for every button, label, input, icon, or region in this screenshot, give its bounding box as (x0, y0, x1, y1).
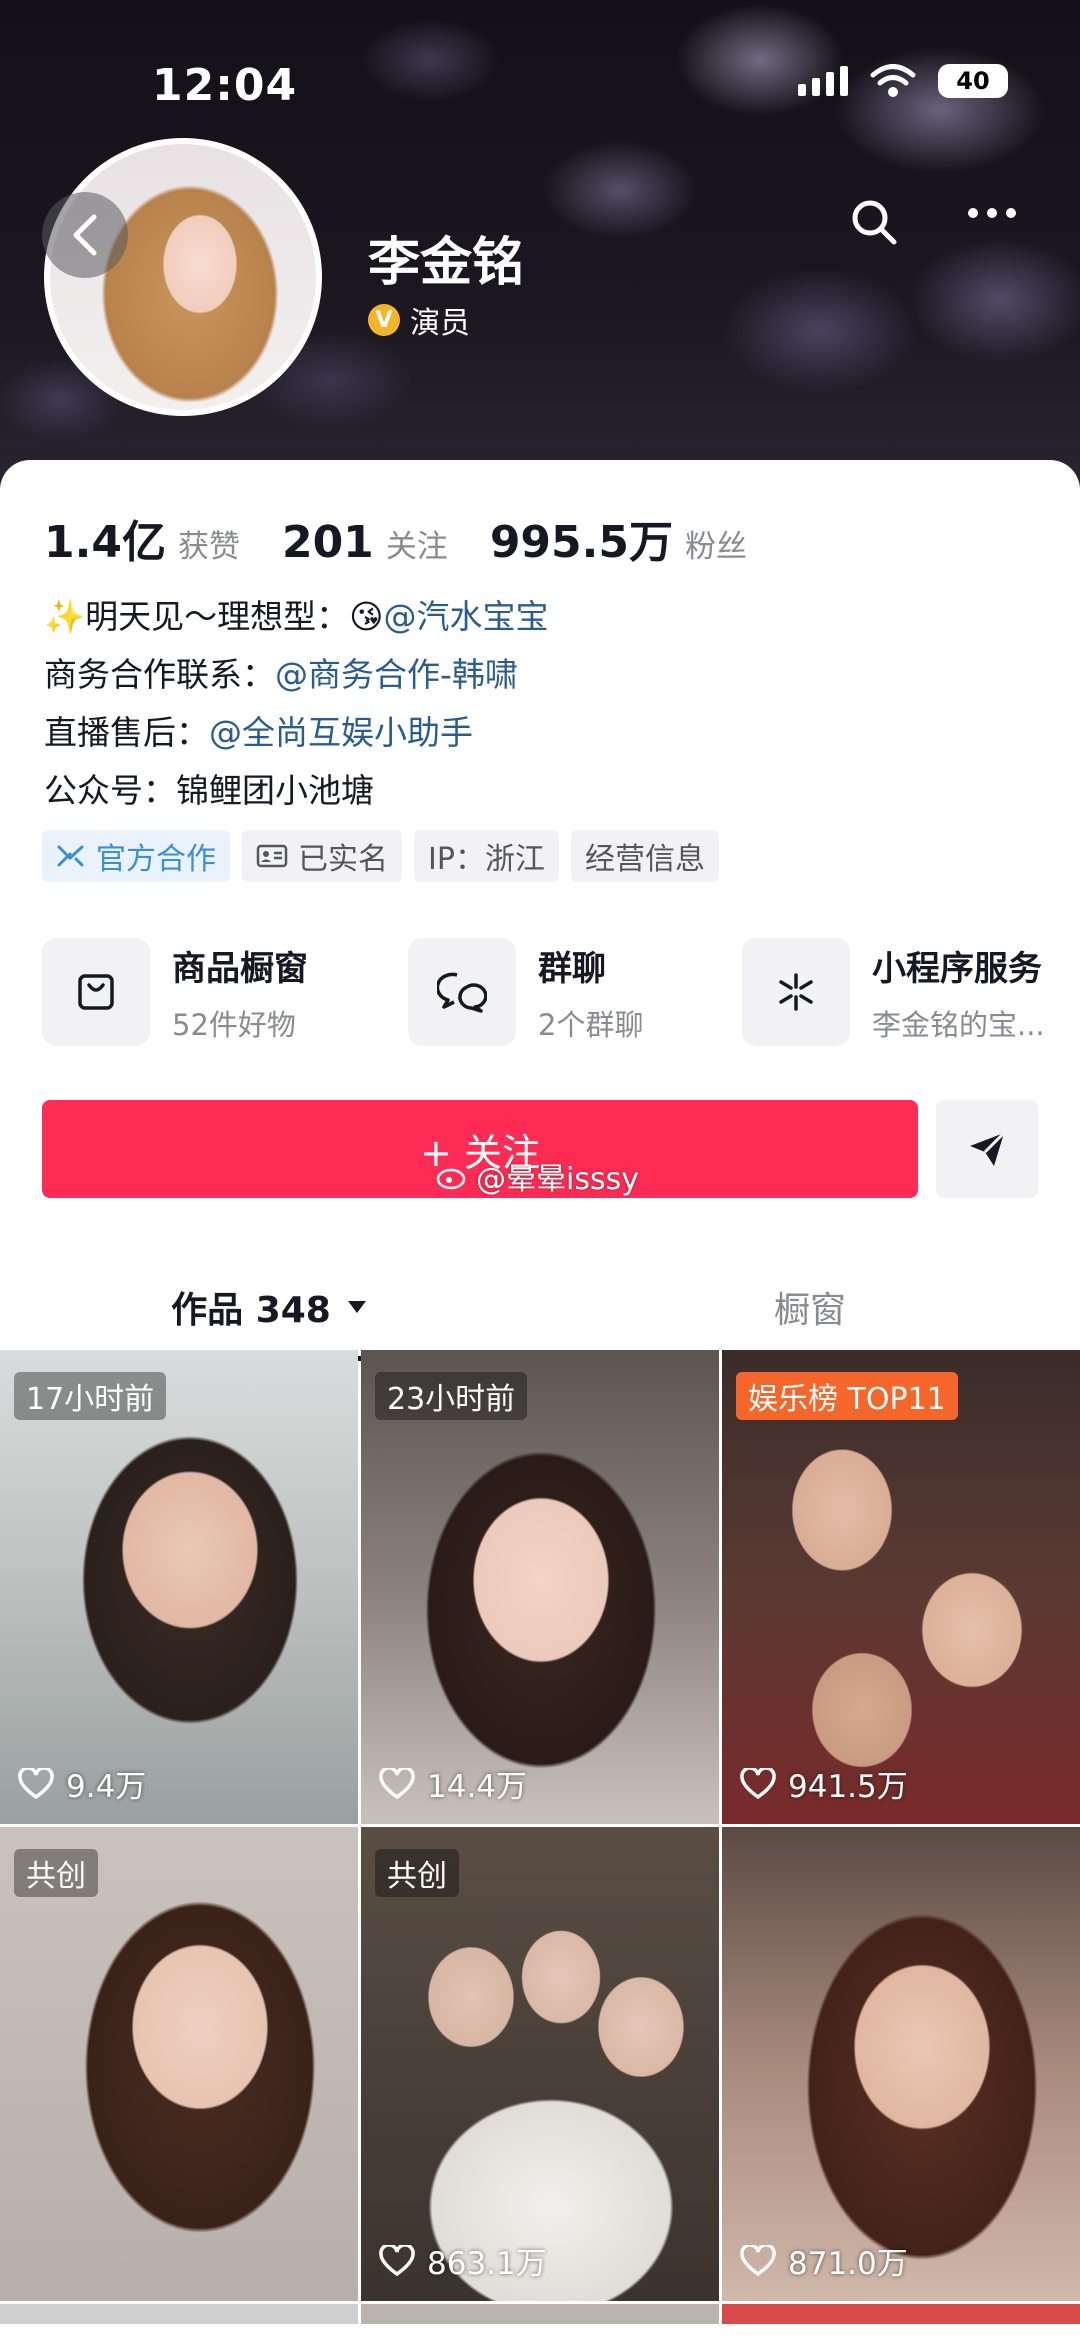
tag-label: 已实名 (298, 842, 388, 877)
service-group-chat[interactable]: 群聊 2个群聊 (408, 938, 643, 1046)
verified-badge: V 演员 (368, 298, 470, 342)
video-tile[interactable]: 23小时前 14.4万 (361, 1350, 719, 1824)
send-icon (970, 1131, 1006, 1166)
followers-count[interactable]: 995.5万 (490, 506, 673, 570)
watermark-text: @晕晕isssy (476, 1162, 639, 1197)
followers-label: 粉丝 (685, 529, 747, 565)
bio: ✨明天见～理想型：😘@汽水宝宝 商务合作联系：@商务合作-韩啸 直播售后：@全尚… (44, 588, 549, 820)
like-count: 863.1万 (379, 2238, 547, 2283)
status-time: 12:04 (152, 60, 298, 111)
tag-label: 经营信息 (584, 842, 705, 877)
chevron-left-icon (73, 214, 97, 256)
video-tile[interactable]: 17小时前 9.4万 (0, 1350, 358, 1824)
like-value: 9.4万 (66, 1769, 147, 1805)
service-subtitle: 2个群聊 (538, 1007, 644, 1042)
content-tabs: 作品 348 橱窗 (0, 1260, 1080, 1361)
video-tile-peek (361, 2304, 719, 2324)
service-title: 群聊 (538, 948, 606, 989)
like-count: 941.5万 (740, 1761, 908, 1806)
tag-official[interactable]: 官方合作 (42, 830, 230, 882)
video-tile[interactable]: 871.0万 (722, 1827, 1080, 2301)
video-tile-peek (0, 2304, 358, 2324)
heart-icon (379, 1767, 415, 1799)
bio-line: 直播售后：@全尚互娱小助手 (44, 704, 549, 762)
like-value: 941.5万 (788, 1769, 908, 1805)
tab-label: 作品 348 (171, 1290, 331, 1331)
tag-verified-name[interactable]: 已实名 (242, 830, 402, 882)
emoji: 😘 (349, 597, 384, 636)
back-button[interactable] (42, 192, 128, 278)
video-tile[interactable]: 娱乐榜 TOP11 941.5万 (722, 1350, 1080, 1824)
profile-name: 李金铭 (368, 233, 525, 293)
caret-down-icon (347, 1301, 366, 1313)
mention-link[interactable]: @商务合作-韩啸 (275, 655, 518, 694)
collab-badge: 共创 (375, 1849, 459, 1897)
rank-badge: 娱乐榜 TOP11 (736, 1372, 958, 1420)
battery-icon: 40 (938, 64, 1008, 98)
heart-icon (740, 1767, 776, 1799)
chat-icon (408, 938, 516, 1046)
time-badge: 23小时前 (375, 1372, 528, 1420)
share-button[interactable] (936, 1100, 1038, 1198)
like-value: 14.4万 (427, 1769, 528, 1805)
like-count: 871.0万 (740, 2238, 908, 2283)
video-tile[interactable]: 共创 863.1万 (361, 1827, 719, 2301)
like-value: 863.1万 (427, 2246, 547, 2282)
collab-badge: 共创 (14, 1849, 98, 1897)
status-icons: 40 (798, 64, 1008, 98)
tag-ip[interactable]: IP：浙江 (414, 830, 559, 882)
wifi-icon (870, 64, 916, 97)
watermark: @晕晕isssy (436, 1154, 639, 1198)
time-badge: 17小时前 (14, 1372, 167, 1420)
bio-line: 公众号：锦鲤团小池塘 (44, 771, 374, 810)
mention-link[interactable]: @全尚互娱小助手 (209, 713, 473, 752)
service-shop-window[interactable]: 商品橱窗 52件好物 (42, 938, 308, 1046)
heart-icon (18, 1767, 54, 1799)
bio-text: 商务合作联系： (44, 655, 275, 694)
like-count: 14.4万 (379, 1761, 527, 1806)
signal-icon (798, 66, 848, 96)
tag-label: 官方合作 (96, 842, 216, 877)
video-tile[interactable]: 共创 (0, 1827, 358, 2301)
service-mini-program[interactable]: 小程序服务 李金铭的宝... (742, 938, 1045, 1046)
tag-business-info[interactable]: 经营信息 (570, 830, 719, 882)
like-count: 9.4万 (18, 1761, 146, 1806)
id-card-icon (256, 844, 288, 868)
verified-icon: V (368, 304, 400, 336)
more-icon (968, 208, 978, 218)
search-icon (852, 200, 897, 245)
handshake-icon (57, 845, 84, 867)
tag-label: IP：浙江 (428, 842, 545, 877)
following-count[interactable]: 201 (282, 517, 374, 568)
following-label: 关注 (385, 529, 448, 565)
mention-link[interactable]: @汽水宝宝 (384, 597, 549, 636)
weibo-icon (436, 1168, 466, 1190)
more-button[interactable] (968, 208, 1016, 218)
bio-line: ✨明天见～理想型：😘@汽水宝宝 (44, 588, 549, 646)
likes-count[interactable]: 1.4亿 (44, 506, 166, 570)
video-tile-peek (722, 2304, 1080, 2324)
service-subtitle: 52件好物 (172, 1007, 296, 1042)
heart-icon (740, 2244, 776, 2276)
bio-text: 直播售后： (44, 713, 209, 752)
tab-works[interactable]: 作品 348 (0, 1260, 540, 1354)
bio-text: ✨明天见～理想型： (44, 597, 350, 636)
service-title: 商品橱窗 (172, 948, 308, 989)
heart-icon (379, 2244, 415, 2276)
tag-row: 官方合作 已实名 IP：浙江 经营信息 (42, 830, 719, 882)
bio-line: 商务合作联系：@商务合作-韩啸 (44, 646, 549, 704)
service-title: 小程序服务 (872, 948, 1042, 989)
tab-window[interactable]: 橱窗 (540, 1260, 1080, 1354)
verified-label: 演员 (410, 306, 470, 341)
services-row: 商品橱窗 52件好物 群聊 2个群聊 小程序服务 李金铭的宝... (42, 938, 1052, 1048)
like-value: 871.0万 (788, 2246, 908, 2282)
likes-label: 获赞 (177, 529, 240, 565)
search-button[interactable] (848, 196, 900, 252)
bag-icon (42, 938, 150, 1046)
mini-program-icon (742, 938, 850, 1046)
stats-row: 1.4亿 获赞 201 关注 995.5万 粉丝 (44, 506, 789, 570)
service-subtitle: 李金铭的宝... (872, 1007, 1045, 1042)
